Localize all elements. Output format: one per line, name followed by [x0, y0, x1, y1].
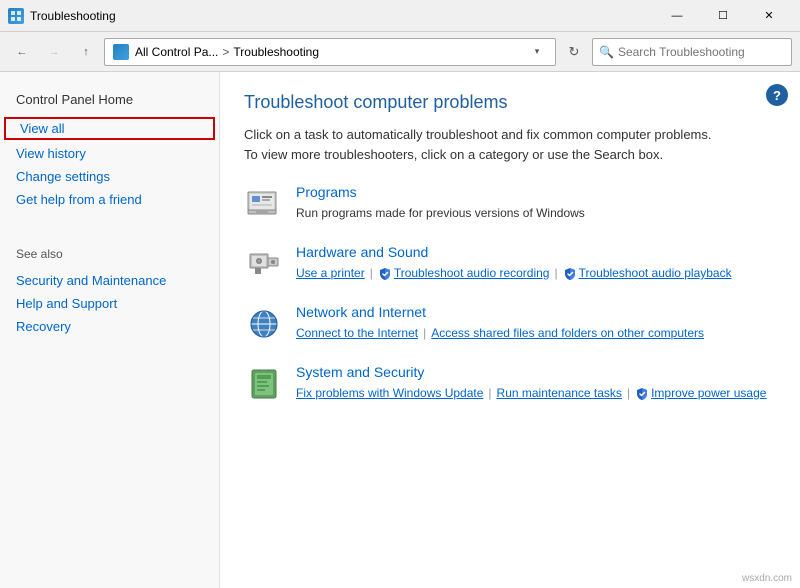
category-link-2-0: Connect to the Internet — [296, 324, 418, 343]
category-icon-programs — [244, 184, 284, 224]
main-layout: Control Panel Home View allView historyC… — [0, 72, 800, 588]
address-path: All Control Pa... > Troubleshooting — [135, 45, 521, 59]
address-icon — [113, 44, 129, 60]
search-input[interactable] — [618, 45, 785, 59]
watermark: wsxdn.com — [742, 573, 792, 584]
category-content-0: Programs Run programs made for previous v… — [296, 184, 776, 223]
category-item-3: System and Security Fix problems with Win… — [244, 364, 776, 404]
sidebar-see-also-label: See also — [0, 243, 219, 269]
category-link-sep-3-1: | — [488, 384, 491, 403]
category-link-1-0: Use a printer — [296, 264, 365, 283]
category-link-sep-1-2: | — [554, 264, 557, 283]
category-icon-system — [244, 364, 284, 404]
sidebar-see-also-link-1[interactable]: Help and Support — [0, 292, 219, 315]
up-button[interactable]: ↑ — [72, 38, 100, 66]
category-desc-0: Run programs made for previous versions … — [296, 204, 585, 223]
category-links-1: Use a printer | Troubleshoot audio record… — [296, 264, 776, 283]
category-link-3-2: Improve power usage — [635, 384, 766, 403]
window-title: Troubleshooting — [30, 9, 654, 23]
help-button[interactable]: ? — [766, 84, 788, 106]
search-box[interactable]: 🔍 — [592, 38, 792, 66]
sidebar-link-3[interactable]: Get help from a friend — [0, 188, 219, 211]
category-content-1: Hardware and Sound Use a printer | Trouble… — [296, 244, 776, 283]
category-links-3: Fix problems with Windows Update | Run mai… — [296, 384, 776, 403]
sidebar-link-2[interactable]: Change settings — [0, 165, 219, 188]
content-area: ? Troubleshoot computer problems Click o… — [220, 72, 800, 588]
minimize-button[interactable]: — — [654, 0, 700, 32]
sidebar: Control Panel Home View allView historyC… — [0, 72, 220, 588]
sidebar-see-also-link-2[interactable]: Recovery — [0, 315, 219, 338]
close-button[interactable]: ✕ — [746, 0, 792, 32]
sidebar-link-0[interactable]: View all — [4, 117, 215, 140]
category-item-0: Programs Run programs made for previous v… — [244, 184, 776, 224]
category-link-sep-1-1: | — [370, 264, 373, 283]
category-link-anchor-3-1[interactable]: Run maintenance tasks — [497, 386, 622, 400]
category-name-2[interactable]: Network and Internet — [296, 304, 776, 320]
category-link-sep-2-1: | — [423, 324, 426, 343]
category-link-1-1: Troubleshoot audio recording — [378, 264, 550, 283]
category-link-anchor-1-0[interactable]: Use a printer — [296, 266, 365, 280]
category-link-anchor-2-0[interactable]: Connect to the Internet — [296, 326, 418, 340]
category-content-2: Network and Internet Connect to the Inter… — [296, 304, 776, 343]
maximize-button[interactable]: ☐ — [700, 0, 746, 32]
search-icon: 🔍 — [599, 45, 614, 59]
category-icon-network — [244, 304, 284, 344]
category-link-2-1: Access shared files and folders on other… — [431, 324, 704, 343]
address-field[interactable]: All Control Pa... > Troubleshooting ▾ — [104, 38, 556, 66]
title-bar-icon — [8, 8, 24, 24]
address-bar: ← → ↑ All Control Pa... > Troubleshootin… — [0, 32, 800, 72]
sidebar-link-1[interactable]: View history — [0, 142, 219, 165]
category-links-2: Connect to the Internet | Access shared fi… — [296, 324, 776, 343]
path-separator: > — [222, 45, 229, 59]
category-item-1: Hardware and Sound Use a printer | Trouble… — [244, 244, 776, 284]
category-link-anchor-1-1[interactable]: Troubleshoot audio recording — [394, 266, 550, 280]
category-link-anchor-2-1[interactable]: Access shared files and folders on other… — [431, 326, 704, 340]
category-icon-hardware — [244, 244, 284, 284]
content-description: Click on a task to automatically trouble… — [244, 125, 724, 164]
category-links-0: Run programs made for previous versions … — [296, 204, 776, 223]
sidebar-home-title: Control Panel Home — [0, 88, 219, 115]
address-dropdown-button[interactable]: ▾ — [527, 38, 547, 66]
category-link-anchor-3-0[interactable]: Fix problems with Windows Update — [296, 386, 483, 400]
title-bar: Troubleshooting — ☐ ✕ — [0, 0, 800, 32]
category-link-3-0: Fix problems with Windows Update — [296, 384, 483, 403]
category-link-1-2: Troubleshoot audio playback — [563, 264, 732, 283]
forward-button[interactable]: → — [40, 38, 68, 66]
category-link-sep-3-2: | — [627, 384, 630, 403]
category-link-anchor-1-2[interactable]: Troubleshoot audio playback — [579, 266, 732, 280]
category-link-3-1: Run maintenance tasks — [497, 384, 622, 403]
category-link-anchor-3-2[interactable]: Improve power usage — [651, 386, 766, 400]
category-name-1[interactable]: Hardware and Sound — [296, 244, 776, 260]
back-button[interactable]: ← — [8, 38, 36, 66]
sidebar-see-also-link-0[interactable]: Security and Maintenance — [0, 269, 219, 292]
category-item-2: Network and Internet Connect to the Inter… — [244, 304, 776, 344]
window-controls: — ☐ ✕ — [654, 0, 792, 32]
refresh-button[interactable]: ↻ — [560, 38, 588, 66]
category-name-0[interactable]: Programs — [296, 184, 776, 200]
sidebar-divider — [0, 211, 219, 235]
content-title: Troubleshoot computer problems — [244, 92, 776, 113]
category-content-3: System and Security Fix problems with Win… — [296, 364, 776, 403]
category-name-3[interactable]: System and Security — [296, 364, 776, 380]
path-part1: All Control Pa... — [135, 45, 218, 59]
path-current: Troubleshooting — [233, 45, 319, 59]
